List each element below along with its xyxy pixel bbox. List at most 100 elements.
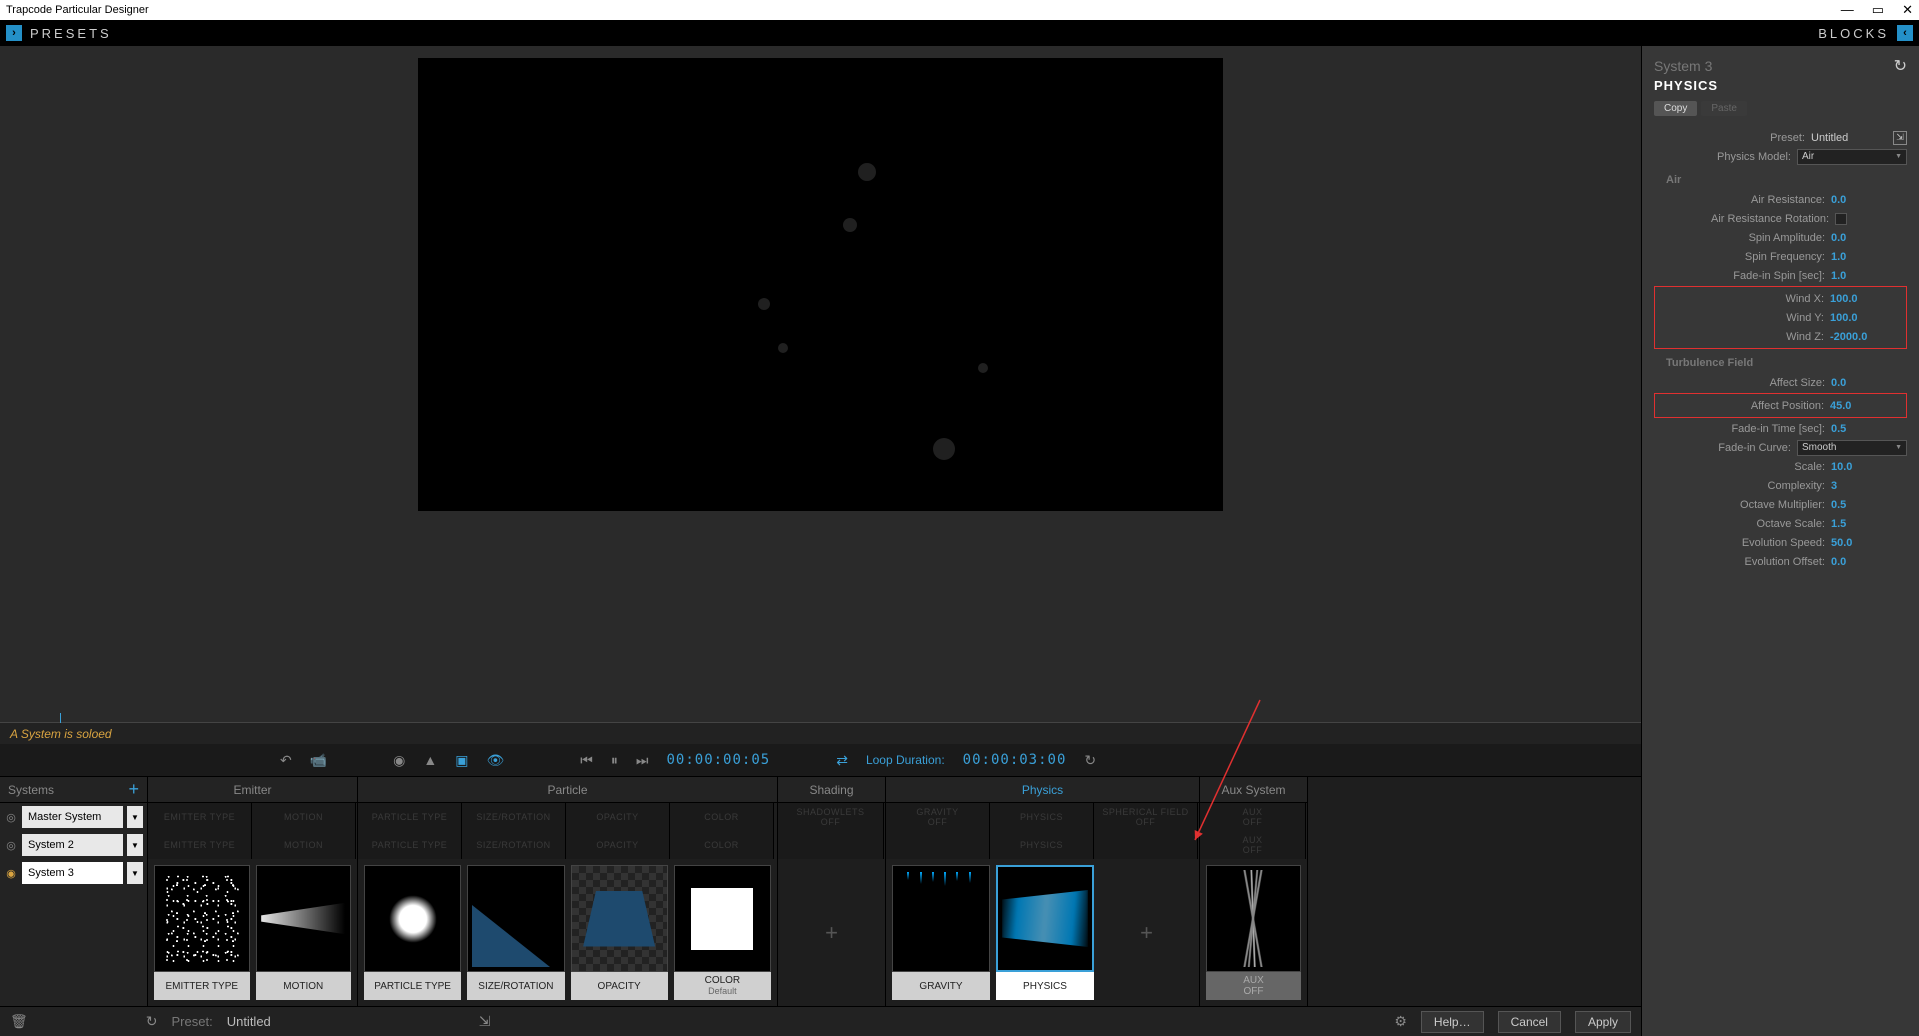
fade-in-time-label: Fade-in Time [sec]: [1654, 423, 1831, 435]
save-preset-icon[interactable]: ⇲ [1893, 131, 1907, 145]
preview-viewport[interactable] [418, 58, 1223, 511]
systems-column: Systems + ◎ Master System ▼ ◎ System 2 ▼… [0, 777, 148, 1006]
group-particle: Particle PARTICLE TYPE SIZE/ROTATION OPA… [358, 777, 778, 1006]
undo-icon[interactable]: ↶ [280, 752, 292, 769]
window-titlebar: Trapcode Particular Designer — ▭ ✕ [0, 0, 1919, 20]
preset-label: Preset: [172, 1014, 213, 1029]
eye-icon[interactable]: ◎ [4, 810, 18, 824]
tile-color[interactable]: COLORDefault [674, 865, 771, 1000]
maximize-icon[interactable]: ▭ [1872, 2, 1884, 18]
paste-button[interactable]: Paste [1701, 101, 1747, 116]
preset-name[interactable]: Untitled [227, 1014, 271, 1029]
affect-position-value[interactable]: 45.0 [1830, 400, 1906, 412]
octave-scale-value[interactable]: 1.5 [1831, 518, 1907, 530]
panel-system-name: System 3 [1654, 58, 1712, 74]
presets-label[interactable]: PRESETS [30, 26, 112, 41]
goto-start-icon[interactable]: ⏮ [580, 752, 593, 769]
ghost-cell: SIZE/ROTATION [462, 831, 566, 859]
wind-x-value[interactable]: 100.0 [1830, 293, 1906, 305]
presets-expand-icon[interactable]: › [6, 25, 22, 41]
scale-value[interactable]: 10.0 [1831, 461, 1907, 473]
system-menu-icon[interactable]: ▼ [127, 862, 143, 884]
air-resistance-value[interactable]: 0.0 [1831, 194, 1907, 206]
camera-icon[interactable]: 📹 [310, 752, 327, 769]
ghost-cell: PHYSICS [990, 831, 1094, 859]
fade-in-spin-value[interactable]: 1.0 [1831, 270, 1907, 282]
ghost-cell: EMITTER TYPE [148, 803, 252, 831]
evolution-offset-label: Evolution Offset: [1654, 556, 1831, 568]
system-row-master[interactable]: ◎ Master System ▼ [0, 803, 147, 831]
tile-size-rotation[interactable]: SIZE/ROTATION [467, 865, 564, 1000]
system-row-2[interactable]: ◎ System 2 ▼ [0, 831, 147, 859]
add-physics-button[interactable]: + [1100, 865, 1193, 1000]
settings-icon[interactable]: ⚙ [1394, 1013, 1407, 1030]
affect-position-label: Affect Position: [1655, 400, 1830, 412]
solo-eye-icon[interactable]: ◉ [4, 866, 18, 880]
panel-reset-icon[interactable]: ↻ [1894, 56, 1907, 76]
group-shading: Shading SHADOWLETSOFF + [778, 777, 886, 1006]
fade-in-curve-dropdown[interactable]: Smooth [1797, 440, 1907, 456]
wind-z-value[interactable]: -2000.0 [1830, 331, 1906, 343]
group-header-aux: Aux System [1200, 777, 1307, 803]
tile-gravity[interactable]: GRAVITY [892, 865, 990, 1000]
close-icon[interactable]: ✕ [1902, 2, 1913, 18]
playback-bar: ↶ 📹 ◉ ▲ ▣ 👁 ⏮ ⏸ ⏭ 00:00:00:05 ⇄ Loop Dur… [0, 744, 1641, 776]
pause-icon[interactable]: ⏸ [611, 752, 618, 769]
preview-area [0, 46, 1641, 722]
air-resistance-rotation-checkbox[interactable] [1835, 213, 1847, 225]
spin-frequency-value[interactable]: 1.0 [1831, 251, 1907, 263]
affect-size-value[interactable]: 0.0 [1831, 377, 1907, 389]
tile-motion[interactable]: MOTION [256, 865, 352, 1000]
dof-icon[interactable]: ▲ [423, 752, 437, 768]
ghost-cell: PARTICLE TYPE [358, 831, 462, 859]
add-shading-button[interactable]: + [778, 859, 885, 1006]
wind-y-value[interactable]: 100.0 [1830, 312, 1906, 324]
add-system-button[interactable]: + [128, 779, 139, 800]
visibility-icon[interactable]: 👁 [486, 752, 504, 769]
fade-in-time-value[interactable]: 0.5 [1831, 423, 1907, 435]
system-menu-icon[interactable]: ▼ [127, 834, 143, 856]
motion-blur-icon[interactable]: ◉ [393, 752, 405, 769]
system-row-3[interactable]: ◉ System 3 ▼ [0, 859, 147, 887]
blocks-label[interactable]: BLOCKS [1818, 26, 1889, 41]
tile-opacity[interactable]: OPACITY [571, 865, 668, 1000]
blocks-collapse-icon[interactable]: ‹ [1897, 25, 1913, 41]
system-name[interactable]: Master System [22, 806, 123, 828]
reset-loop-icon[interactable]: ↻ [1084, 752, 1096, 769]
group-header-emitter: Emitter [148, 777, 357, 803]
tile-emitter-type[interactable]: EMITTER TYPE [154, 865, 250, 1000]
evolution-offset-value[interactable]: 0.0 [1831, 556, 1907, 568]
reset-icon[interactable]: ↻ [146, 1013, 158, 1030]
evolution-speed-value[interactable]: 50.0 [1831, 537, 1907, 549]
trash-icon[interactable]: 🗑 [10, 1013, 28, 1030]
octave-multiplier-value[interactable]: 0.5 [1831, 499, 1907, 511]
copy-button[interactable]: Copy [1654, 101, 1697, 116]
eye-icon[interactable]: ◎ [4, 838, 18, 852]
system-name[interactable]: System 3 [22, 862, 123, 884]
system-name[interactable]: System 2 [22, 834, 123, 856]
octave-multiplier-label: Octave Multiplier: [1654, 499, 1831, 511]
timecode[interactable]: 00:00:00:05 [666, 752, 770, 768]
loop-icon[interactable]: ⇄ [836, 752, 848, 769]
complexity-value[interactable]: 3 [1831, 480, 1907, 492]
physics-model-dropdown[interactable]: Air [1797, 149, 1907, 165]
tile-aux[interactable]: AUXOFF [1206, 865, 1301, 1000]
evolution-speed-label: Evolution Speed: [1654, 537, 1831, 549]
bounds-icon[interactable]: ▣ [455, 752, 468, 769]
tile-physics[interactable]: PHYSICS [996, 865, 1094, 1000]
preset-value[interactable]: Untitled [1811, 132, 1887, 144]
spin-amplitude-value[interactable]: 0.0 [1831, 232, 1907, 244]
system-menu-icon[interactable]: ▼ [127, 806, 143, 828]
goto-end-icon[interactable]: ⏭ [636, 752, 649, 769]
air-resistance-rotation-label: Air Resistance Rotation: [1654, 213, 1835, 225]
tile-particle-type[interactable]: PARTICLE TYPE [364, 865, 461, 1000]
loop-duration-value[interactable]: 00:00:03:00 [963, 752, 1067, 768]
minimize-icon[interactable]: — [1841, 2, 1854, 18]
octave-scale-label: Octave Scale: [1654, 518, 1831, 530]
save-preset-icon[interactable]: ⇲ [479, 1013, 491, 1030]
help-button[interactable]: Help… [1421, 1011, 1484, 1033]
spin-amplitude-label: Spin Amplitude: [1654, 232, 1831, 244]
apply-button[interactable]: Apply [1575, 1011, 1631, 1033]
cancel-button[interactable]: Cancel [1498, 1011, 1561, 1033]
panel-section-title: PHYSICS [1654, 78, 1907, 93]
